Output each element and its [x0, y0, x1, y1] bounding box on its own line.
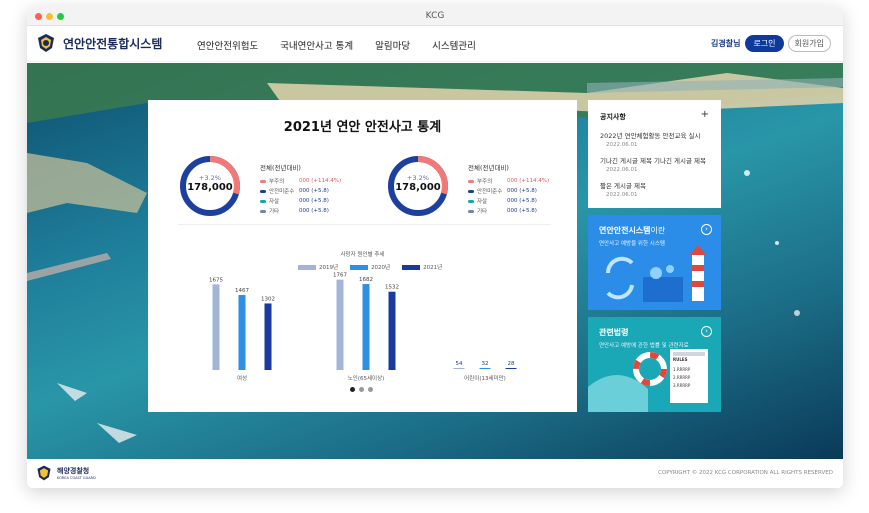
divider [178, 224, 551, 225]
bar [505, 368, 517, 369]
top-navigation: 연안안전통합시스템 연안안전위험도 국내연안사고 통계 알림마당 시스템관리 김… [27, 26, 843, 62]
coast-guard-emblem-icon [38, 34, 54, 52]
bar-value-label: 1532 [385, 285, 399, 291]
main-menu: 연안안전위험도 국내연안사고 통계 알림마당 시스템관리 [197, 38, 498, 52]
footer-logo: 해양경찰청 KOREA COAST GUARD [35, 464, 96, 482]
pager-dot[interactable] [359, 387, 364, 392]
donut-legend-title: 전체(전년대비) [260, 164, 301, 172]
bar-value-label: 1767 [333, 273, 347, 279]
related-law-card[interactable]: 관련법령 연안사고 예방에 관한 법률 및 관련자료 › RULES 1.RRR… [588, 317, 721, 412]
user-link[interactable]: 김경찰님 [711, 38, 740, 49]
legend-item: 기타 000 (+5.8) [468, 207, 578, 215]
notice-item-date: 2022.06.01 [606, 167, 638, 173]
coast-guard-emblem-icon [37, 465, 51, 481]
brand-title: 연안안전통합시스템 [63, 36, 163, 51]
bar [238, 295, 246, 370]
menu-item-risk[interactable]: 연안안전위험도 [197, 38, 258, 52]
legend-item: 부주의 000 (+114.4%) [260, 177, 370, 185]
site-logo[interactable]: 연안안전통합시스템 [35, 32, 162, 54]
donut-legend-title: 전체(전년대비) [468, 164, 509, 172]
bar [388, 291, 396, 370]
donut-change: +3.2% [199, 174, 221, 182]
category-label: 여성 [237, 374, 247, 382]
notice-item[interactable]: 2022년 연안체험활동 안전교육 실시 2022.06.01 [600, 130, 714, 148]
bar [362, 284, 370, 370]
category-label: 노인(65세이상) [348, 374, 385, 382]
legend-item: 안전미준수 000 (+5.8) [468, 187, 578, 195]
bar-value-label: 1682 [359, 277, 373, 283]
footer: 해양경찰청 KOREA COAST GUARD COPYRIGHT © 2022… [27, 459, 843, 488]
join-button[interactable]: 회원가입 [787, 35, 831, 52]
rules-item: 1.RRRRP [673, 367, 691, 372]
bar [479, 368, 491, 369]
carousel-pager [350, 387, 377, 392]
bar [264, 303, 272, 370]
menu-item-statistics[interactable]: 국내연안사고 통계 [280, 38, 353, 52]
browser-window: KCG 연안안전통합시스템 연안안전위험도 국내연안사고 통계 알림마당 시스템… [27, 7, 843, 488]
copyright: COPYRIGHT © 2022 KCG CORPORATION ALL RIG… [658, 470, 833, 476]
notice-item-date: 2022.06.01 [606, 192, 638, 198]
window-title: KCG [425, 11, 445, 21]
bar [212, 284, 220, 370]
bar-value-label: 54 [456, 361, 463, 367]
notice-title: 공지사항 [600, 113, 626, 121]
bar-chart: 1675 1467 1302 여성 1767 1682 1532 노인(65세이상) 54 32 2… [209, 273, 517, 382]
notice-item-title: 기나긴 게시글 제목 기나긴 게시글 제목 [600, 157, 707, 165]
chart-title: 사망자 원인별 추세 [340, 252, 385, 258]
system-intro-card[interactable]: 연안안전시스템이란 연안사고 예방을 위한 시스템 › [588, 215, 721, 310]
notice-more-button[interactable]: + [701, 109, 709, 120]
law-illustration-icon [588, 349, 708, 412]
rules-title: RULES [673, 357, 688, 362]
bar-value-label: 1675 [209, 277, 223, 283]
legend-item: 자살 000 (+5.8) [260, 197, 370, 205]
notice-item-title: 짧은 게시글 제목 [600, 182, 646, 190]
donut-total: 178,000 [187, 182, 233, 193]
bar [453, 368, 465, 369]
legend-item: 자살 000 (+5.8) [468, 197, 578, 205]
donut-chart-2: +3.2% 178,000 [386, 154, 450, 222]
rules-item: 2.RRRRP [673, 375, 691, 380]
rules-item: 3.RRRRP [673, 383, 691, 388]
auth-area: 김경찰님 로그인 회원가입 [711, 35, 831, 52]
notice-panel: 공지사항 + 2022년 연안체험활동 안전교육 실시 2022.06.01 기… [588, 100, 721, 208]
legend-item: 안전미준수 000 (+5.8) [260, 187, 370, 195]
notice-item-title: 2022년 연안체험활동 안전교육 실시 [600, 132, 701, 140]
hero-background: 2021년 연안 안전사고 통계 +3.2% 178,000 전체(전년대비) … [27, 63, 843, 459]
notice-item-date: 2022.06.01 [606, 142, 638, 148]
menu-item-system[interactable]: 시스템관리 [432, 38, 476, 52]
footer-org-en: KOREA COAST GUARD [57, 476, 96, 480]
bar-value-label: 1467 [235, 288, 249, 294]
category-label: 어린이(13세미만) [464, 374, 506, 382]
statistics-title: 2021년 연안 안전사고 통계 [283, 120, 442, 135]
pager-dot[interactable] [350, 387, 355, 392]
bar-value-label: 28 [508, 361, 515, 367]
legend-item: 부주의 000 (+114.4%) [468, 177, 578, 185]
donut-total: 178,000 [395, 182, 441, 193]
notice-item[interactable]: 기나긴 게시글 제목 기나긴 게시글 제목 2022.06.01 [600, 155, 714, 173]
login-button[interactable]: 로그인 [745, 35, 784, 52]
notice-item[interactable]: 짧은 게시글 제목 2022.06.01 [600, 180, 714, 198]
donut-change: +3.2% [407, 174, 429, 182]
legend-item: 기타 000 (+5.8) [260, 207, 370, 215]
bar-value-label: 32 [482, 361, 489, 367]
footer-org: 해양경찰청 [57, 467, 90, 475]
title-bar: KCG [27, 7, 843, 26]
system-illustration-icon [605, 245, 706, 302]
statistics-panel: 2021년 연안 안전사고 통계 +3.2% 178,000 전체(전년대비) … [148, 100, 577, 412]
donut-chart-1: +3.2% 178,000 [178, 154, 242, 222]
bar-value-label: 1302 [261, 296, 275, 302]
menu-item-notice[interactable]: 알림마당 [375, 38, 410, 52]
pager-dot[interactable] [368, 387, 373, 392]
bar [336, 279, 344, 370]
